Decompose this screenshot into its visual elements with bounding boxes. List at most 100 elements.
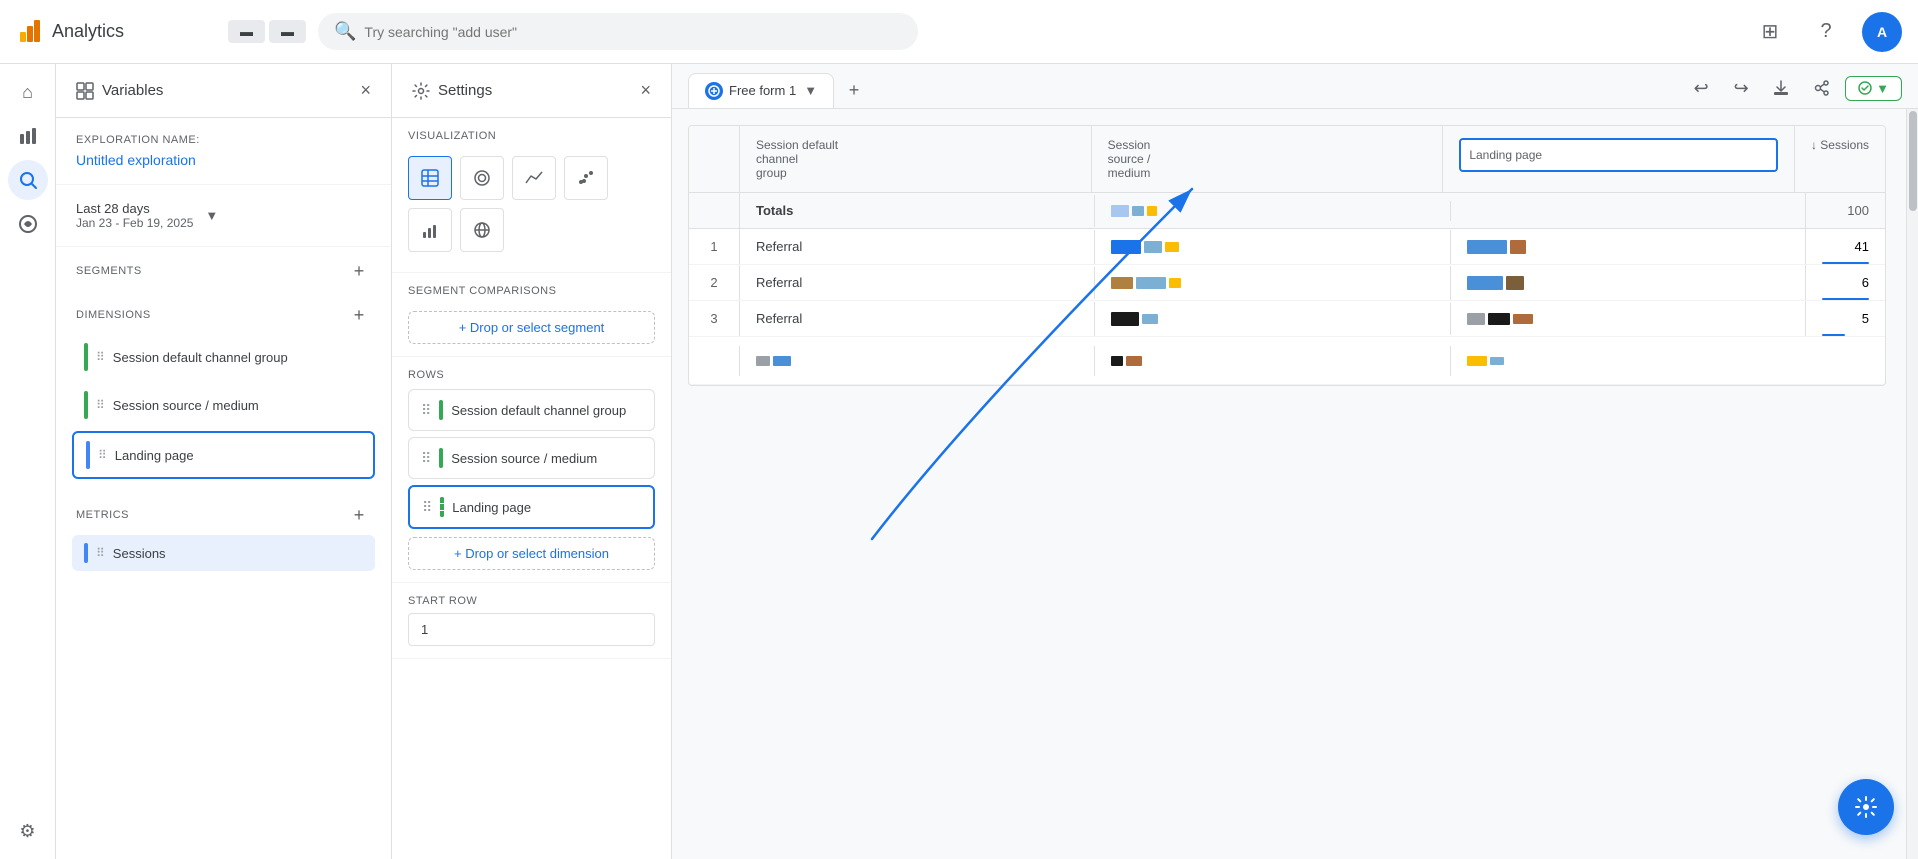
row-3-landing-bars [1450,303,1805,335]
export-button[interactable] [1765,72,1797,104]
col-session-source-header: Session source / medium [1091,126,1443,192]
rows-label: ROWS [408,369,655,381]
date-range-picker[interactable]: Last 28 days Jan 23 - Feb 19, 2025 ▼ [76,201,371,230]
customize-fab[interactable] [1838,779,1894,835]
share-button[interactable] [1805,72,1837,104]
tab-free-form-1[interactable]: Free form 1 ▼ [688,73,834,108]
start-row-label: START ROW [408,595,655,607]
date-range-section: Last 28 days Jan 23 - Feb 19, 2025 ▼ [56,185,391,247]
dimension-label-2: Session source / medium [113,398,259,413]
metric-label: Sessions [113,546,166,561]
exploration-name[interactable]: Untitled exploration [76,152,371,168]
date-range-chevron: ▼ [205,208,218,223]
row-2-landing-bars [1450,266,1805,300]
row-1-landing-bars [1450,230,1805,264]
table-row-3: 3 Referral 5 [689,301,1885,337]
bar-3 [1147,206,1157,216]
row-3-sessions: 5 [1805,301,1885,336]
settings-close-button[interactable]: × [640,80,651,101]
segments-section-header: SEGMENTS + [56,247,391,291]
exploration-name-section: EXPLORATION NAME: Untitled exploration [56,118,391,185]
table-header: Session default channel group Session so… [689,126,1885,193]
row-green-bar-dashed [440,497,444,517]
help-button[interactable]: ? [1806,12,1846,52]
nav-advertising[interactable] [8,204,48,244]
viz-geo-btn[interactable] [460,208,504,252]
logo-area: Analytics [16,18,216,46]
nav-explore[interactable] [8,160,48,200]
dimension-landing-page[interactable]: ⠿ Landing page [72,431,375,479]
row-4-bars-3 [1450,346,1805,376]
start-row-input[interactable] [408,613,655,646]
bar-land-r3-1 [1467,313,1485,325]
viz-scatter-btn[interactable] [564,156,608,200]
account-button[interactable]: A [1862,12,1902,52]
drop-dimension-button[interactable]: + Drop or select dimension [408,537,655,570]
dimension-session-default[interactable]: ⠿ Session default channel group [72,335,375,379]
dimension-session-source[interactable]: ⠿ Session source / medium [72,383,375,427]
bar-land-r2-1 [1467,276,1503,290]
totals-label: Totals [739,193,1094,228]
row-1-channel: Referral [739,229,1094,264]
bar-r2-3 [1169,278,1181,288]
bar-r1-3 [1165,242,1179,252]
nav-reports[interactable] [8,116,48,156]
totals-sessions: 100 [1805,193,1885,228]
col-default-channel-header: Session default channel group [739,126,1091,192]
breadcrumb-2[interactable]: ▬ [269,20,306,43]
dim-bar-blue [86,441,90,469]
row-label-landing-page: Landing page [452,500,531,515]
variables-close-button[interactable]: × [360,80,371,101]
redo-button[interactable]: ↪ [1725,72,1757,104]
viz-grid [408,148,655,260]
breadcrumbs: ▬ ▬ [228,20,306,43]
viz-line-btn[interactable] [512,156,556,200]
drag-handle-icon-3: ⠿ [98,448,107,462]
apps-button[interactable]: ⊞ [1750,12,1790,52]
tab-bar: Free form 1 ▼ + ↩ ↪ ▼ [672,64,1918,109]
row-3-channel: Referral [739,301,1094,336]
check-share-button[interactable]: ▼ [1845,76,1902,101]
viz-table-btn[interactable] [408,156,452,200]
app-title: Analytics [52,21,124,42]
viz-bar-btn[interactable] [408,208,452,252]
nav-home[interactable]: ⌂ [8,72,48,112]
nav-settings[interactable]: ⚙ [8,811,48,851]
col-num-header [689,126,739,192]
metric-sessions[interactable]: ⠿ Sessions [72,535,375,571]
date-range-label: Last 28 days [76,201,193,216]
date-range-sub: Jan 23 - Feb 19, 2025 [76,216,193,230]
metrics-section-header: METRICS + [56,491,391,535]
row-session-default[interactable]: ⠿ Session default channel group [408,389,655,431]
segment-drop-area: + Drop or select segment [408,303,655,344]
tab-dropdown-icon[interactable]: ▼ [804,83,817,98]
bar-r1-2 [1144,241,1162,253]
segments-add-button[interactable]: + [347,259,371,283]
drop-segment-button[interactable]: + Drop or select segment [408,311,655,344]
metrics-add-button[interactable]: + [347,503,371,527]
bar-land-r2-2 [1506,276,1524,290]
viz-donut-btn[interactable] [460,156,504,200]
search-bar[interactable]: 🔍 [318,13,918,50]
table-row-4 [689,337,1885,385]
start-row-section: START ROW [392,583,671,659]
vertical-scrollbar[interactable] [1906,109,1918,859]
bar-land-2 [1510,240,1526,254]
undo-button[interactable]: ↩ [1685,72,1717,104]
search-icon: 🔍 [334,21,356,42]
tab-add-button[interactable]: + [838,74,870,106]
row-1-num: 1 [689,229,739,264]
variables-title: Variables [76,82,163,100]
bar-land-r3-3 [1513,314,1533,324]
dimensions-add-button[interactable]: + [347,303,371,327]
drag-handle-icon: ⠿ [96,350,105,364]
exploration-area: Session default channel group Session so… [672,109,1918,859]
breadcrumb-1[interactable]: ▬ [228,20,265,43]
search-input[interactable] [364,24,902,40]
bar-r3-2 [1142,314,1158,324]
segment-comparisons-label: SEGMENT COMPARISONS [408,285,655,297]
dim-bar-green-2 [84,391,88,419]
row-session-source[interactable]: ⠿ Session source / medium [408,437,655,479]
rows-list: ⠿ Session default channel group ⠿ Sessio… [408,389,655,570]
row-landing-page[interactable]: ⠿ Landing page [408,485,655,529]
